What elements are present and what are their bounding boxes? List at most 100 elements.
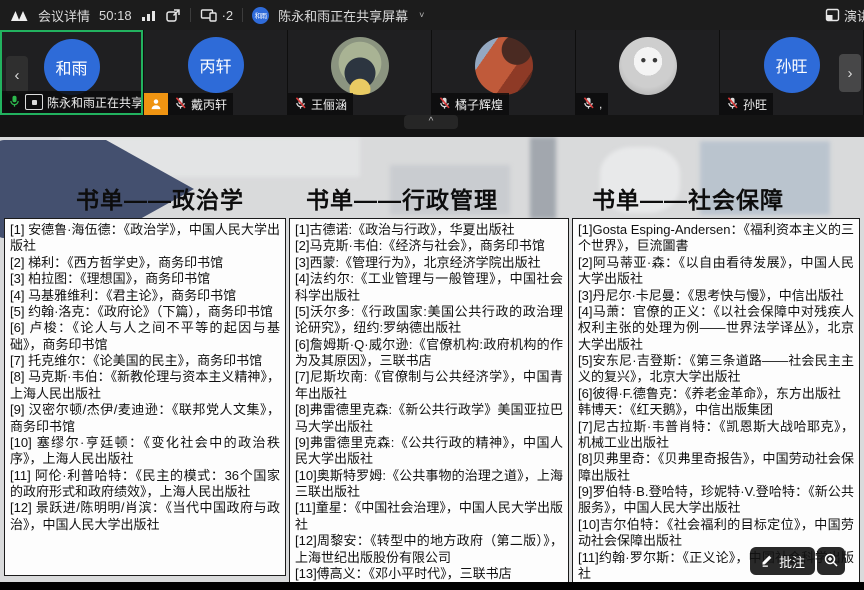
collapse-strip-button[interactable]: ^ [404,115,458,129]
book-list-politics: [1] 安德鲁·海伍德：《政治学》，中国人民大学出版社[2] 梯利：《西方哲学史… [4,218,286,576]
shared-screen-slide: 书单——政治学 书单——行政管理 书单——社会保障 [1] 安德鲁·海伍德：《政… [0,137,864,590]
book-item: [7]尼斯坎南:《官僚制与公共经济学》，中国青年出版社 [295,369,563,402]
participant-tile[interactable]: 丙轩 戴丙轩 [144,30,287,115]
participant-label: 戴丙轩 [168,93,233,115]
book-item: [5]安东尼·吉登斯：《第三条道路——社会民主主义的复兴》，北京大学出版社 [578,353,854,386]
participant-label: 王俪涵 [288,93,353,115]
avatar: 和雨 [44,39,100,95]
chevron-down-icon[interactable]: ˅ [419,10,424,20]
book-item: [6]詹姆斯·Q·威尔逊:《官僚机构:政府机构的作为及其原因》，三联书店 [295,337,563,370]
book-list-administration: [1]古德诺:《政治与行政》，华夏出版社[2]马克斯·韦伯:《经济与社会》，商务… [289,218,569,590]
participant-tile-sharer[interactable]: 和雨 ‹ 陈永和雨正在共享 [0,30,143,115]
participant-tile[interactable]: 王俪涵 [288,30,431,115]
participant-label: 陈永和雨正在共享 [2,91,141,113]
book-item: [2] 梯利：《西方哲学史》，商务印书馆 [10,255,280,271]
book-item: [6]彼得·F.德鲁克：《养老金革命》，东方出版社 [578,386,854,402]
screens-icon[interactable] [200,8,218,22]
book-item: [3]丹尼尔·卡尼曼：《思考快与慢》，中信出版社 [578,288,854,304]
meeting-timer: 50:18 [99,8,132,23]
participant-name: 戴丙轩 [191,96,227,113]
book-item: [12] 景跃进/陈明明/肖滨：《当代中国政府与政治》，中国人民大学出版社 [10,500,280,533]
screens-count: ·2 [222,8,234,23]
letterbox-bar [0,582,864,590]
mic-muted-icon [582,96,595,113]
participant-name: 橘子辉煌 [455,96,503,113]
book-item: [4]马萧：官僚的正义：《以社会保障中对残疾人权利主张的处理为例——世界法学译丛… [578,304,854,353]
book-item: [10]奥斯特罗姆:《公共事物的治理之道》，上海三联出版社 [295,468,563,501]
participant-name: , [599,97,602,111]
book-item: [9]弗雷德里克森:《公共行政的精神》，中国人民大学出版社 [295,435,563,468]
next-participants-button[interactable]: › [839,54,861,92]
participant-label: 孙旺 [720,93,773,115]
popout-icon[interactable] [165,8,181,23]
sharer-avatar: 和雨 [252,7,269,24]
signal-strength-icon[interactable] [141,9,156,22]
book-item: [3]西蒙:《管理行为》，北京经济学院出版社 [295,255,563,271]
avatar-image [619,37,677,95]
book-item: [1] 安德鲁·海伍德：《政治学》，中国人民大学出版社 [10,222,280,255]
mic-on-icon [8,94,21,111]
pen-icon [760,553,774,570]
meeting-details-button[interactable]: 会议详情 [38,6,90,25]
topbar-divider [242,8,243,22]
column-title-administration: 书单——行政管理 [306,181,498,215]
prev-participants-button[interactable]: ‹ [6,56,28,94]
meeting-logo-icon [10,8,29,22]
avatar-image [475,37,533,95]
book-item: [9] 汉密尔顿/杰伊/麦迪逊：《联邦党人文集》，商务印书馆 [10,402,280,435]
book-item: [7]尼古拉斯·韦普肖特：《凯恩斯大战哈耶克》，机械工业出版社 [578,419,854,452]
book-item: [4]法约尔:《工业管理与一般管理》，中国社会科学出版社 [295,271,563,304]
book-item: [10] 塞缪尔·亨廷顿：《变化社会中的政治秩序》，上海人民出版社 [10,435,280,468]
book-item: [2]马克斯·韦伯:《经济与社会》，商务印书馆 [295,238,563,254]
meeting-topbar: 会议详情 50:18 ·2 和雨 陈永和雨正在共享屏幕 ˅ 演讲 [0,0,864,30]
annotate-label: 批注 [779,552,805,571]
mic-muted-icon [726,96,739,113]
mic-muted-icon [174,96,187,113]
participant-name: 王俪涵 [311,96,347,113]
book-item: [9]罗伯特·B.登哈特，珍妮特·V.登哈特：《新公共服务》，中国人民大学出版社 [578,484,854,517]
participant-name: 陈永和雨正在共享 [47,94,141,111]
book-item: [1]古德诺:《政治与行政》，华夏出版社 [295,222,563,238]
book-item: [6] 卢梭：《论人与人之间不平等的起因与基础》，商务印书馆 [10,320,280,353]
book-item: [11]童星：《中国社会治理》，中国人民大学出版社 [295,500,563,533]
book-item: [11] 阿伦·利普哈特：《民主的模式：36个国家的政府形式和政府绩效》，上海人… [10,468,280,501]
participant-label: , [576,93,608,115]
book-item: [13]傅高义：《邓小平时代》，三联书店 [295,566,563,582]
book-item: 韩博天：《红天鹅》，中信出版集团 [578,402,854,418]
book-item: [12]周黎安：《转型中的地方政府（第二版）》，上海世纪出版股份有限公司 [295,533,563,566]
view-mode-switch[interactable]: 演讲 [825,6,864,25]
book-item: [5] 约翰·洛克：《政府论》（下篇），商务印书馆 [10,304,280,320]
avatar: 丙轩 [188,37,244,93]
annotate-button[interactable]: 批注 [750,547,815,575]
book-item: [3] 柏拉图：《理想国》，商务印书馆 [10,271,280,287]
view-mode-label: 演讲 [844,6,864,25]
mic-muted-icon [438,96,451,113]
zoom-in-button[interactable] [817,547,845,575]
avatar-image [331,37,389,95]
magnifier-plus-icon [823,552,839,571]
book-item: [7] 托克维尔：《论美国的民主》，商务印书馆 [10,353,280,369]
mic-muted-icon [294,96,307,113]
screen-sharing-icon [25,94,43,110]
book-list-social-security: [1]Gosta Esping-Andersen：《福利资本主义的三个世界》，巨… [572,218,860,590]
background-shape [530,137,556,219]
book-item: [10]吉尔伯特：《社会福利的目标定位》，中国劳动社会保障出版社 [578,517,854,550]
topbar-divider [190,8,191,22]
person-badge-icon [144,93,168,115]
participant-name: 孙旺 [743,96,767,113]
book-item: [5]沃尔多:《行政国家:美国公共行政的政治理论研究》，纽约:罗纳德出版社 [295,304,563,337]
book-item: [8] 马克斯·韦伯：《新教伦理与资本主义精神》，上海人民出版社 [10,369,280,402]
sharing-banner[interactable]: 陈永和雨正在共享屏幕 [278,6,408,25]
participant-tile[interactable]: 橘子辉煌 [432,30,575,115]
book-item: [1]Gosta Esping-Andersen：《福利资本主义的三个世界》，巨… [578,222,854,255]
book-item: [4] 马基雅维利：《君主论》，商务印书馆 [10,288,280,304]
participant-tile[interactable]: 孙旺 › 孙旺 [720,30,863,115]
participants-strip: 和雨 ‹ 陈永和雨正在共享 丙轩 戴丙轩 [0,30,864,115]
column-title-politics: 书单——政治学 [76,181,244,215]
participant-label: 橘子辉煌 [432,93,509,115]
book-item: [8]弗雷德里克森:《新公共行政学》美国亚拉巴马大学出版社 [295,402,563,435]
avatar: 孙旺 [764,37,820,93]
participant-tile[interactable]: , [576,30,719,115]
book-item: [8]贝弗里奇：《贝弗里奇报告》，中国劳动社会保障出版社 [578,451,854,484]
book-item: [2]阿马蒂亚·森：《以自由看待发展》，中国人民大学出版社 [578,255,854,288]
